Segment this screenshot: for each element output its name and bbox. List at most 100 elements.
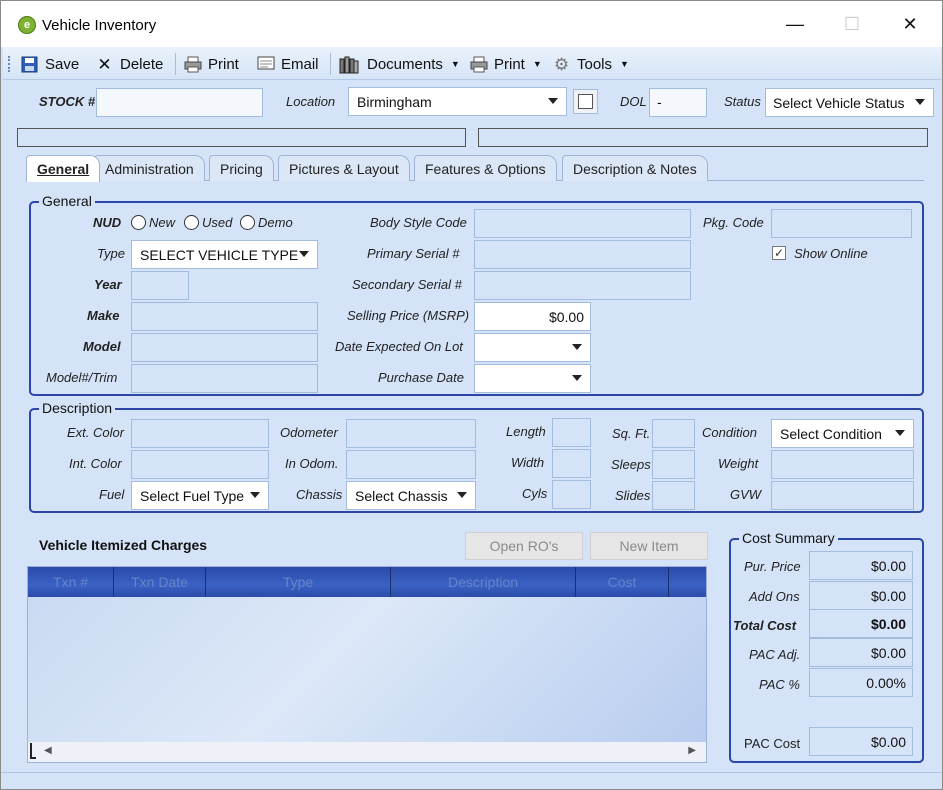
save-button[interactable]: Save xyxy=(21,54,79,74)
location-lookup-button[interactable] xyxy=(573,89,598,114)
odometer-input[interactable] xyxy=(346,419,476,448)
in-odom-input[interactable] xyxy=(346,450,476,479)
slides-input[interactable] xyxy=(652,481,695,510)
horizontal-scrollbar[interactable]: ◀ ▶ xyxy=(28,742,706,762)
pkg-code-label: Pkg. Code xyxy=(703,215,764,230)
scroll-left-icon[interactable]: ◀ xyxy=(44,745,52,756)
status-select[interactable]: Select Vehicle Status xyxy=(765,88,934,117)
model-trim-input[interactable] xyxy=(131,364,318,393)
int-color-label: Int. Color xyxy=(69,456,122,471)
chassis-label: Chassis xyxy=(296,487,343,502)
weight-input[interactable] xyxy=(771,450,914,479)
column-header-txn-number[interactable]: Txn # xyxy=(28,567,114,597)
email-button[interactable]: Email xyxy=(257,54,319,74)
toolbar: Save ✕ Delete Print Email Documents ▼ Pr… xyxy=(3,47,941,80)
print-dropdown[interactable]: Print ▼ xyxy=(470,54,542,74)
stock-input[interactable] xyxy=(96,88,263,117)
cost-summary-title: Cost Summary xyxy=(739,530,838,546)
year-input[interactable] xyxy=(131,271,189,300)
length-input[interactable] xyxy=(552,418,591,447)
pac-adj-label: PAC Adj. xyxy=(749,647,801,662)
nud-used-radio[interactable] xyxy=(184,215,199,230)
msrp-label: Selling Price (MSRP) xyxy=(347,308,470,323)
chevron-down-icon xyxy=(250,492,260,498)
info-bar-left xyxy=(17,128,466,147)
tab-pricing[interactable]: Pricing xyxy=(209,155,274,181)
minimize-button[interactable]: — xyxy=(775,9,815,39)
location-value: Birmingham xyxy=(357,94,432,110)
tab-pictures-layout[interactable]: Pictures & Layout xyxy=(278,155,410,181)
close-button[interactable]: ✕ xyxy=(890,9,930,39)
pur-price-label: Pur. Price xyxy=(744,559,801,574)
description-panel-title: Description xyxy=(39,400,116,416)
primary-serial-input[interactable] xyxy=(474,240,691,269)
scroll-right-icon[interactable]: ▶ xyxy=(688,745,696,756)
dol-field[interactable]: - xyxy=(649,88,707,117)
secondary-serial-input[interactable] xyxy=(474,271,691,300)
fuel-type-value: Select Fuel Type xyxy=(140,488,245,504)
date-expected-picker[interactable] xyxy=(474,333,591,362)
tools-dropdown[interactable]: ⚙ Tools ▼ xyxy=(553,54,629,74)
itemized-charges-title: Vehicle Itemized Charges xyxy=(39,537,208,553)
chevron-down-icon xyxy=(572,344,582,350)
tab-administration[interactable]: Administration xyxy=(94,155,205,181)
chassis-select[interactable]: Select Chassis xyxy=(346,481,476,510)
sleeps-input[interactable] xyxy=(652,450,695,479)
secondary-serial-label: Secondary Serial # xyxy=(352,277,462,292)
int-color-input[interactable] xyxy=(131,450,269,479)
location-select[interactable]: Birmingham xyxy=(348,87,567,116)
open-ros-button[interactable]: Open RO's xyxy=(465,532,583,560)
cyls-input[interactable] xyxy=(552,480,591,509)
vehicle-inventory-window: e Vehicle Inventory — ☐ ✕ Save ✕ Delete … xyxy=(0,0,943,790)
chevron-down-icon: ▼ xyxy=(450,59,460,69)
show-online-checkbox[interactable]: ✓ xyxy=(772,246,786,260)
pkg-code-input[interactable] xyxy=(771,209,912,238)
delete-button[interactable]: ✕ Delete xyxy=(96,54,163,74)
general-panel-title: General xyxy=(39,193,95,209)
tab-features-options[interactable]: Features & Options xyxy=(414,155,557,181)
grid-header: Txn # Txn Date Type Description Cost xyxy=(28,567,706,597)
body-style-input[interactable] xyxy=(474,209,691,238)
nud-new-radio[interactable] xyxy=(131,215,146,230)
pac-adj-value[interactable]: $0.00 xyxy=(809,638,913,667)
chevron-down-icon xyxy=(572,375,582,381)
pac-cost-label: PAC Cost xyxy=(744,736,801,751)
column-header-cost[interactable]: Cost xyxy=(576,567,669,597)
condition-select[interactable]: Select Condition xyxy=(771,419,914,448)
itemized-charges-grid[interactable]: Txn # Txn Date Type Description Cost ◀ ▶ xyxy=(27,566,707,763)
toolbar-separator xyxy=(330,53,331,75)
date-expected-label: Date Expected On Lot xyxy=(335,339,463,354)
total-cost-value: $0.00 xyxy=(809,609,913,638)
cyls-label: Cyls xyxy=(522,486,548,501)
fuel-type-select[interactable]: Select Fuel Type xyxy=(131,481,269,510)
chevron-down-icon: ▼ xyxy=(620,59,629,69)
maximize-button[interactable]: ☐ xyxy=(832,9,872,39)
model-input[interactable] xyxy=(131,333,318,362)
make-input[interactable] xyxy=(131,302,318,331)
tab-general[interactable]: General xyxy=(26,155,101,182)
tools-gear-icon: ⚙ xyxy=(553,54,570,74)
pac-percent-value[interactable]: 0.00% xyxy=(809,668,913,697)
vehicle-type-select[interactable]: SELECT VEHICLE TYPE xyxy=(131,240,318,269)
chevron-down-icon xyxy=(299,251,309,257)
nud-demo-radio[interactable] xyxy=(240,215,255,230)
tab-description-notes[interactable]: Description & Notes xyxy=(562,155,708,181)
title-bar: e Vehicle Inventory — ☐ ✕ xyxy=(1,1,942,47)
toolbar-grip[interactable] xyxy=(8,56,11,72)
documents-dropdown[interactable]: Documents ▼ xyxy=(339,54,460,74)
nud-demo-label: Demo xyxy=(258,215,293,230)
column-header-txn-date[interactable]: Txn Date xyxy=(114,567,206,597)
column-header-type[interactable]: Type xyxy=(206,567,391,597)
gvw-input[interactable] xyxy=(771,481,914,510)
width-input[interactable] xyxy=(552,449,591,478)
nud-new-label: New xyxy=(149,215,176,230)
print-button[interactable]: Print xyxy=(184,54,239,74)
sqft-input[interactable] xyxy=(652,419,695,448)
msrp-input[interactable]: $0.00 xyxy=(474,302,591,331)
column-header-description[interactable]: Description xyxy=(391,567,576,597)
ext-color-input[interactable] xyxy=(131,419,269,448)
chassis-value: Select Chassis xyxy=(355,488,448,504)
purchase-date-picker[interactable] xyxy=(474,364,591,393)
status-bar xyxy=(1,772,942,789)
new-item-button[interactable]: New Item xyxy=(590,532,708,560)
